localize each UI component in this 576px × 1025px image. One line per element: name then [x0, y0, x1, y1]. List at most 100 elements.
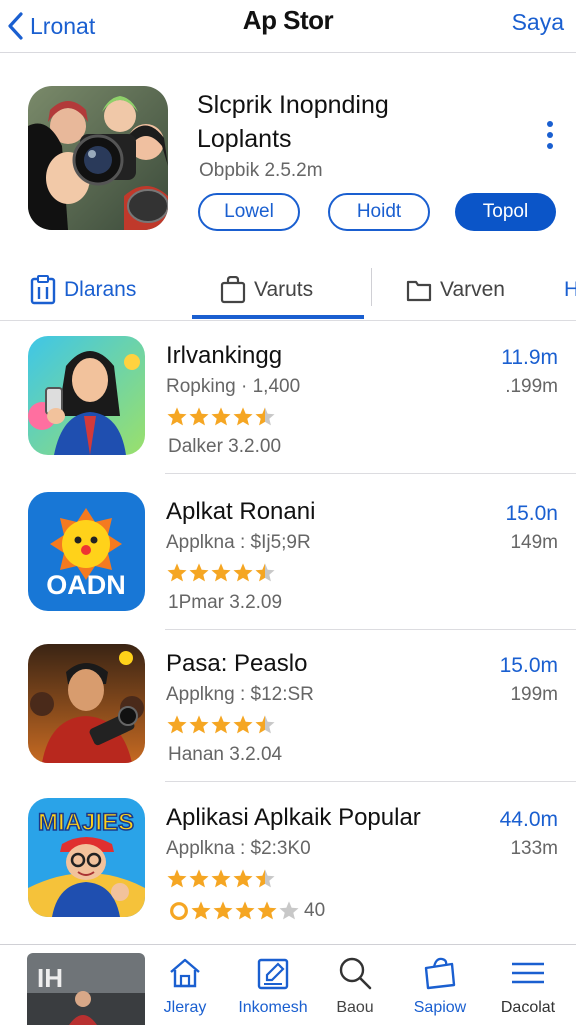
tab-label: Jleray	[163, 999, 207, 1016]
tab-label: Varuts	[254, 278, 314, 301]
tab-sapiow[interactable]: Sapiow	[392, 951, 488, 1021]
app-size: 15.0m	[499, 654, 558, 677]
more-options-button[interactable]	[540, 118, 560, 152]
search-icon	[339, 957, 372, 990]
tab-dlarans[interactable]: Dlarans	[30, 268, 136, 312]
featured-name-line2: Loplants	[197, 125, 292, 153]
folder-icon	[406, 280, 432, 302]
tab-label: H	[564, 278, 576, 301]
icon-text: OADN	[46, 570, 126, 600]
clipboard-icon	[30, 275, 56, 305]
star-icon	[211, 715, 231, 734]
tab-varven[interactable]: Varven	[406, 268, 505, 312]
app-size-secondary: 199m	[510, 684, 558, 705]
tab-label: Sapiow	[413, 999, 467, 1016]
tab-dacolat[interactable]: Dacolat	[480, 951, 576, 1021]
size-prefix: 1	[501, 346, 512, 369]
page-title: Ap Stor	[242, 5, 334, 35]
row-divider	[165, 781, 576, 782]
app-size: 15.0n	[505, 502, 558, 525]
bottom-tab-bar: IH Jleray Inkomesh Baou Sapiow Dacolat	[0, 944, 576, 1025]
tab-varuts[interactable]: Varuts	[220, 268, 313, 312]
star-icon	[235, 901, 255, 920]
star-icon	[167, 715, 187, 734]
app-footer: 40	[168, 898, 325, 924]
featured-name-line1: Slcprik Inopnding	[197, 91, 389, 119]
star-icon	[211, 563, 231, 582]
menu-icon	[512, 962, 544, 984]
rating-stars-secondary	[168, 898, 300, 924]
tab-label: Dlarans	[64, 278, 137, 301]
star-icon	[167, 407, 187, 426]
app-subtitle: Ropking · 1,400	[166, 376, 301, 397]
rating-stars	[166, 404, 276, 430]
star-icon	[233, 563, 253, 582]
featured-app-meta: Obpbik 2.5.2m	[199, 160, 323, 181]
tab-divider	[371, 268, 372, 306]
rating-stars	[166, 712, 276, 738]
edit-icon	[257, 958, 289, 990]
tab-home[interactable]: Jleray	[137, 951, 233, 1021]
app-name: Aplikasi Aplkaik Popular	[166, 804, 421, 831]
app-subtitle: Applkna : $Ij5;9R	[166, 532, 311, 553]
app-size-secondary: 149m	[510, 532, 558, 553]
star-icon	[189, 715, 209, 734]
app-subtitle: Applkna : $2:3K0	[166, 838, 311, 859]
app-footer: Hanan 3.2.04	[168, 744, 283, 765]
topol-button[interactable]: Topol	[455, 193, 556, 231]
star-icon	[255, 563, 275, 582]
star-icon	[233, 407, 253, 426]
star-icon	[211, 869, 231, 888]
list-item[interactable]: OADN Aplkat Ronani Applkna : $Ij5;9R 1Pm…	[0, 478, 576, 630]
app-size-secondary: 133m	[510, 838, 558, 859]
star-icon	[255, 407, 275, 426]
thumbnail-image[interactable]: IH	[27, 953, 145, 1025]
star-icon	[233, 715, 253, 734]
lowel-button[interactable]: Lowel	[198, 193, 300, 231]
star-icon	[189, 407, 209, 426]
app-name: Pasa: Peaslo	[166, 650, 308, 677]
sun-logo-icon: OADN	[28, 492, 145, 611]
list-item[interactable]: Pasa: Peaslo Applkng : $12:SR Hanan 3.2.…	[0, 630, 576, 782]
rating-stars	[166, 866, 276, 892]
cartoon-boy-icon: MIAJIES	[28, 798, 145, 917]
list-item[interactable]: Irlvankingg Ropking · 1,400 Dalker 3.2.0…	[0, 322, 576, 474]
app-footer: 1Pmar 3.2.09	[168, 592, 283, 613]
icon-text: MIAJIES	[38, 809, 134, 836]
app-footer: Dalker 3.2.00	[168, 436, 282, 457]
bag-icon	[424, 957, 456, 990]
category-tabs: Dlarans Varuts Varven H	[0, 262, 576, 321]
selected-tab-indicator	[192, 315, 364, 319]
tab-more[interactable]: H	[564, 268, 576, 312]
bag-icon	[220, 276, 246, 304]
star-icon	[211, 407, 231, 426]
star-icon	[167, 869, 187, 888]
featured-app-name: Slcprik Inopnding Loplants	[197, 88, 497, 156]
list-item[interactable]: MIAJIES Aplikasi Aplkaik Popular Applkna…	[0, 784, 576, 936]
star-icon	[189, 563, 209, 582]
star-icon	[257, 901, 277, 920]
app-size: 11.9m	[501, 346, 558, 370]
more-vertical-icon	[547, 121, 553, 149]
star-icon	[213, 901, 233, 920]
thumbnail-text: IH	[37, 963, 63, 993]
size-value: 1.9m	[511, 346, 558, 369]
tab-search[interactable]: Baou	[307, 951, 403, 1021]
tab-label: Dacolat	[500, 999, 556, 1016]
app-name: Irlvankingg	[166, 342, 283, 369]
star-icon	[167, 563, 187, 582]
star-icon	[191, 901, 211, 920]
star-icon	[189, 869, 209, 888]
navigation-bar: Lronat Ap Stor Saya	[0, 0, 576, 53]
rating-stars	[166, 560, 276, 586]
app-size: 44.0m	[499, 808, 558, 831]
featured-app-icon[interactable]	[28, 86, 168, 230]
app-name: Aplkat Ronani	[166, 498, 316, 525]
hoidt-button[interactable]: Hoidt	[328, 193, 430, 231]
rating-ring-icon	[170, 902, 188, 920]
profile-button[interactable]: Saya	[512, 9, 564, 36]
star-icon	[255, 715, 275, 734]
star-icon	[233, 869, 253, 888]
woman-phone-icon	[28, 336, 145, 455]
rating-count: 40	[304, 900, 326, 921]
